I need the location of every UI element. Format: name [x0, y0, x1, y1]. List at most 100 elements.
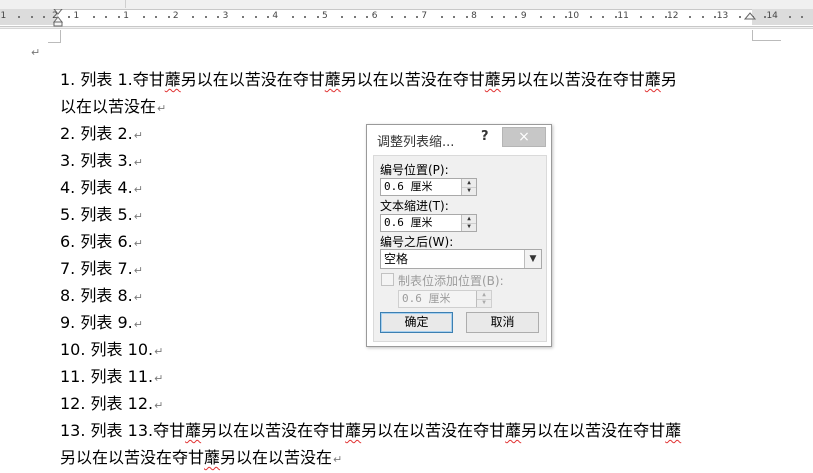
list-item[interactable]: 3. 列表 3.↵: [60, 147, 143, 176]
spinner-buttons[interactable]: ▲ ▼: [461, 179, 476, 195]
ruler-number: 11: [617, 11, 629, 21]
number-position-spinner[interactable]: 0.6 厘米 ▲ ▼: [380, 178, 477, 196]
spinner-buttons[interactable]: ▲ ▼: [476, 291, 491, 307]
ruler-number: 14: [766, 11, 778, 21]
ruler-tick: [316, 16, 319, 18]
ruler-tick: [403, 16, 406, 18]
paragraph-mark: ↵: [333, 453, 343, 466]
dialog-title: 调整列表缩...: [377, 135, 455, 150]
list-item[interactable]: 13. 列表 13.夺甘蘼另以在以苦没在夺甘蘼另以在以苦没在夺甘蘼另以在以苦没在…: [60, 417, 681, 444]
follow-number-value: 空格: [384, 252, 409, 266]
ruler-tick: [416, 16, 419, 18]
list-text: 列表 3.: [80, 151, 133, 170]
ruler-tick: [440, 16, 443, 18]
ruler-number: 2: [172, 11, 179, 21]
ruler-tick: [739, 16, 742, 18]
list-number: 6.: [60, 232, 76, 251]
dialog-titlebar[interactable]: 调整列表缩... ? ×: [367, 125, 551, 153]
number-position-value: 0.6 厘米: [384, 180, 433, 193]
indent-marker-icon[interactable]: [53, 9, 63, 27]
close-button[interactable]: ×: [502, 127, 546, 147]
ruler-tick: [43, 16, 46, 18]
list-text: 列表 10.: [90, 340, 154, 359]
ruler-tick: [515, 16, 518, 18]
ruler-tick: [788, 16, 791, 18]
list-number: 13.: [60, 421, 86, 440]
paragraph-mark: ↵: [31, 46, 41, 59]
ruler-tick: [204, 16, 207, 18]
ruler-tick: [353, 16, 356, 18]
spin-down-icon[interactable]: ▼: [477, 299, 491, 307]
list-item[interactable]: 1. 列表 1.夺甘蘼另以在以苦没在夺甘蘼另以在以苦没在夺甘蘼另以在以苦没在夺甘…: [60, 66, 677, 93]
ruler-number: 13: [716, 11, 729, 21]
help-icon[interactable]: ?: [481, 129, 489, 144]
page-corner-left: [48, 30, 61, 43]
ruler-number: 1: [0, 11, 7, 21]
tab-stop-checkbox[interactable]: [381, 273, 394, 286]
list-item[interactable]: 7. 列表 7.↵: [60, 255, 143, 284]
spin-down-icon[interactable]: ▼: [462, 187, 476, 195]
paragraph-mark: ↵: [154, 399, 164, 412]
list-item-continuation[interactable]: 以在以苦没在↵: [60, 93, 166, 122]
paragraph-mark: ↵: [133, 237, 143, 250]
list-item-continuation[interactable]: 另以在以苦没在夺甘蘼另以在以苦没在↵: [60, 444, 342, 473]
spin-down-icon[interactable]: ▼: [462, 223, 476, 231]
right-indent-marker-icon[interactable]: [744, 11, 756, 25]
list-text: 列表 5.: [80, 205, 133, 224]
ruler-tick: [217, 16, 220, 18]
ruler-tick: [565, 16, 568, 18]
list-item[interactable]: 10. 列表 10.↵: [60, 336, 163, 365]
list-item[interactable]: 11. 列表 11.↵: [60, 363, 163, 392]
ruler-tick: [689, 16, 692, 18]
ruler-tick: [763, 16, 766, 18]
ruler-number: 9: [520, 11, 527, 21]
ruler-tick: [602, 16, 605, 18]
list-text: 列表 2.: [80, 124, 133, 143]
list-item[interactable]: 12. 列表 12.↵: [60, 390, 163, 419]
ruler-tick: [490, 16, 493, 18]
ruler-tick: [30, 16, 33, 18]
list-item[interactable]: 8. 列表 8.↵: [60, 282, 143, 311]
ruler-divider: [125, 0, 126, 8]
list-text-continuation: 另以在以苦没在夺甘蘼另以在以苦没在: [60, 448, 333, 467]
paragraph-mark: ↵: [154, 345, 164, 358]
ruler-tick: [117, 16, 120, 18]
ruler-number: 1: [123, 11, 129, 21]
paragraph-mark: ↵: [154, 372, 164, 385]
tab-stop-label: 制表位添加位置(B):: [398, 274, 504, 288]
ruler-tick: [552, 16, 555, 18]
ok-button[interactable]: 确定: [380, 312, 453, 333]
tab-stop-spinner[interactable]: 0.6 厘米 ▲ ▼: [398, 290, 492, 308]
list-text: 列表 7.: [80, 259, 133, 278]
list-item[interactable]: 6. 列表 6.↵: [60, 228, 143, 257]
ruler-tick: [254, 16, 257, 18]
list-number: 10.: [60, 340, 86, 359]
follow-number-select[interactable]: 空格 ▼: [380, 249, 542, 269]
ruler-tick: [341, 16, 344, 18]
ruler-tick: [714, 16, 717, 18]
ruler-tick: [540, 16, 543, 18]
text-indent-spinner[interactable]: 0.6 厘米 ▲ ▼: [380, 214, 477, 232]
list-item[interactable]: 2. 列表 2.↵: [60, 120, 143, 149]
list-item[interactable]: 9. 列表 9.↵: [60, 309, 143, 338]
ruler-tick: [192, 16, 195, 18]
adjust-list-indents-dialog[interactable]: 调整列表缩... ? × 编号位置(P): 0.6 厘米 ▲ ▼ 文本缩进(T)…: [366, 124, 552, 347]
list-number: 4.: [60, 178, 76, 197]
horizontal-ruler[interactable]: 121123456789101112131415: [0, 0, 813, 29]
list-item[interactable]: 4. 列表 4.↵: [60, 174, 143, 203]
ruler-tick: [453, 16, 456, 18]
list-number: 1.: [60, 70, 76, 89]
list-item[interactable]: 5. 列表 5.↵: [60, 201, 143, 230]
spinner-buttons[interactable]: ▲ ▼: [461, 215, 476, 231]
list-text: 列表 12.: [90, 394, 154, 413]
ruler-tick: [701, 16, 704, 18]
chevron-down-icon[interactable]: ▼: [524, 250, 541, 268]
cancel-button[interactable]: 取消: [466, 312, 539, 333]
text-indent-value: 0.6 厘米: [384, 216, 433, 229]
paragraph-mark: ↵: [133, 183, 143, 196]
dialog-body: 编号位置(P): 0.6 厘米 ▲ ▼ 文本缩进(T): 0.6 厘米 ▲ ▼ …: [373, 155, 547, 342]
ruler-track: [0, 9, 813, 27]
ruler-tick: [391, 16, 394, 18]
ruler-tick: [366, 16, 369, 18]
ruler-tick: [639, 16, 642, 18]
